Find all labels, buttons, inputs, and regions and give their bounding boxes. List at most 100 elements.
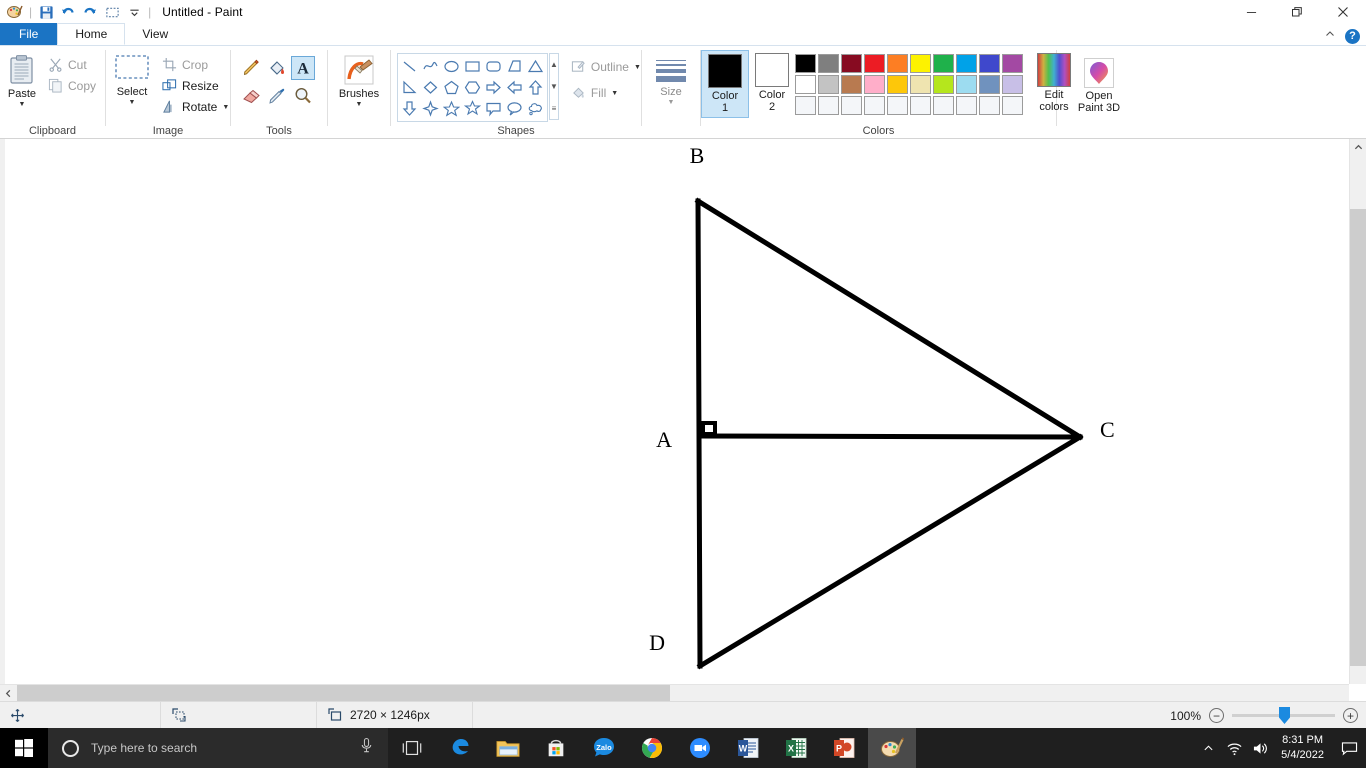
shape-arrow-up[interactable]: [525, 77, 546, 98]
palette-swatch-r3-c1[interactable]: [795, 96, 816, 115]
brushes-caret-icon[interactable]: ▼: [356, 101, 363, 108]
show-hidden-icons-icon[interactable]: [1195, 728, 1221, 768]
close-button[interactable]: [1320, 0, 1366, 24]
palette-swatch-r2-c5[interactable]: [887, 75, 908, 94]
palette-swatch-r3-c6[interactable]: [910, 96, 931, 115]
task-view-button[interactable]: [388, 728, 436, 768]
taskbar-icon-microsoft-excel[interactable]: X: [772, 728, 820, 768]
paste-button[interactable]: Paste ▼: [0, 52, 44, 110]
shapes-scroll-down-icon[interactable]: ▼: [550, 76, 558, 98]
palette-swatch-r2-c8[interactable]: [956, 75, 977, 94]
palette-swatch-r1-c8[interactable]: [956, 54, 977, 73]
taskbar-icon-microsoft-edge[interactable]: [436, 728, 484, 768]
taskbar-icon-microsoft-word[interactable]: W: [724, 728, 772, 768]
palette-swatch-r1-c6[interactable]: [910, 54, 931, 73]
network-wifi-icon[interactable]: [1221, 728, 1247, 768]
color-1-button[interactable]: Color 1: [701, 50, 749, 118]
palette-swatch-r1-c2[interactable]: [818, 54, 839, 73]
palette-swatch-r3-c3[interactable]: [841, 96, 862, 115]
palette-swatch-r3-c8[interactable]: [956, 96, 977, 115]
taskbar-icon-zoom[interactable]: [676, 728, 724, 768]
volume-icon[interactable]: [1247, 728, 1273, 768]
paint-logo-icon[interactable]: [4, 1, 26, 23]
shapes-gallery-scrollbar[interactable]: ▲ ▼ ≡: [549, 53, 559, 120]
search-box[interactable]: Type here to search: [48, 728, 388, 768]
rotate-button[interactable]: Rotate ▼: [158, 96, 233, 117]
palette-swatch-r1-c9[interactable]: [979, 54, 1000, 73]
microphone-icon[interactable]: [359, 737, 374, 759]
palette-swatch-r2-c3[interactable]: [841, 75, 862, 94]
palette-swatch-r1-c1[interactable]: [795, 54, 816, 73]
palette-swatch-r1-c3[interactable]: [841, 54, 862, 73]
size-caret-icon[interactable]: ▼: [668, 99, 675, 106]
color-picker-tool[interactable]: [265, 84, 289, 108]
vertical-scroll-thumb[interactable]: [1350, 209, 1366, 666]
fill-tool[interactable]: [265, 56, 289, 80]
shape-four-point-star[interactable]: [420, 98, 441, 119]
palette-swatch-r1-c4[interactable]: [864, 54, 885, 73]
text-tool[interactable]: A: [291, 56, 315, 80]
shapes-expand-icon[interactable]: ≡: [550, 97, 558, 119]
horizontal-scrollbar[interactable]: [0, 684, 1349, 701]
palette-swatch-r2-c6[interactable]: [910, 75, 931, 94]
zoom-in-button[interactable]: +: [1343, 708, 1358, 723]
crop-button[interactable]: Crop: [158, 54, 233, 75]
open-paint3d-button[interactable]: Open Paint 3D: [1074, 56, 1124, 116]
drawing-canvas[interactable]: A B C D: [5, 139, 1345, 684]
eraser-tool[interactable]: [239, 84, 263, 108]
pencil-tool[interactable]: [239, 56, 263, 80]
outline-button[interactable]: Outline ▼: [567, 56, 645, 77]
tab-home[interactable]: Home: [57, 23, 126, 45]
scroll-up-icon[interactable]: [1350, 139, 1366, 156]
shape-arrow-right[interactable]: [483, 77, 504, 98]
outline-caret-icon[interactable]: ▼: [634, 64, 641, 71]
shape-six-point-star[interactable]: [462, 98, 483, 119]
shape-hexagon[interactable]: [462, 77, 483, 98]
paste-caret-icon[interactable]: ▼: [19, 101, 26, 108]
search-input-placeholder[interactable]: Type here to search: [91, 741, 347, 755]
notification-center-icon[interactable]: [1332, 728, 1366, 768]
taskbar-icon-zalo[interactable]: Zalo: [580, 728, 628, 768]
shape-curve[interactable]: [420, 56, 441, 77]
shape-pentagon[interactable]: [441, 77, 462, 98]
taskbar-icon-microsoft-powerpoint[interactable]: P: [820, 728, 868, 768]
select-caret-icon[interactable]: ▼: [129, 99, 136, 106]
palette-swatch-r2-c10[interactable]: [1002, 75, 1023, 94]
shape-triangle[interactable]: [525, 56, 546, 77]
maximize-restore-button[interactable]: [1274, 0, 1320, 24]
copy-button[interactable]: Copy: [44, 75, 100, 96]
save-icon[interactable]: [35, 1, 57, 23]
palette-swatch-r3-c4[interactable]: [864, 96, 885, 115]
taskbar-icon-google-chrome[interactable]: [628, 728, 676, 768]
magnifier-tool[interactable]: [291, 84, 315, 108]
shape-callout-rectangle[interactable]: [483, 98, 504, 119]
palette-swatch-r3-c7[interactable]: [933, 96, 954, 115]
customize-qat-caret-icon[interactable]: [123, 1, 145, 23]
cut-button[interactable]: Cut: [44, 54, 100, 75]
palette-swatch-r2-c2[interactable]: [818, 75, 839, 94]
select-icon[interactable]: [101, 1, 123, 23]
undo-icon[interactable]: [57, 1, 79, 23]
palette-swatch-r2-c9[interactable]: [979, 75, 1000, 94]
palette-swatch-r3-c10[interactable]: [1002, 96, 1023, 115]
zoom-slider[interactable]: [1232, 707, 1335, 724]
shape-line[interactable]: [399, 56, 420, 77]
palette-swatch-r2-c4[interactable]: [864, 75, 885, 94]
horizontal-scroll-thumb[interactable]: [17, 685, 670, 701]
shape-polygon[interactable]: [504, 56, 525, 77]
tab-file[interactable]: File: [0, 23, 58, 45]
size-button[interactable]: Size ▼: [649, 52, 693, 108]
palette-swatch-r3-c9[interactable]: [979, 96, 1000, 115]
redo-icon[interactable]: [79, 1, 101, 23]
fill-caret-icon[interactable]: ▼: [611, 90, 618, 97]
shapes-scroll-up-icon[interactable]: ▲: [550, 54, 558, 76]
palette-swatch-r1-c5[interactable]: [887, 54, 908, 73]
palette-swatch-r3-c5[interactable]: [887, 96, 908, 115]
shape-right-triangle[interactable]: [399, 77, 420, 98]
help-icon[interactable]: ?: [1345, 28, 1360, 44]
palette-swatch-r3-c2[interactable]: [818, 96, 839, 115]
taskbar-icon-paint[interactable]: [868, 728, 916, 768]
shape-callout-cloud[interactable]: [525, 98, 546, 119]
scroll-left-icon[interactable]: [0, 685, 17, 702]
shape-arrow-left[interactable]: [504, 77, 525, 98]
